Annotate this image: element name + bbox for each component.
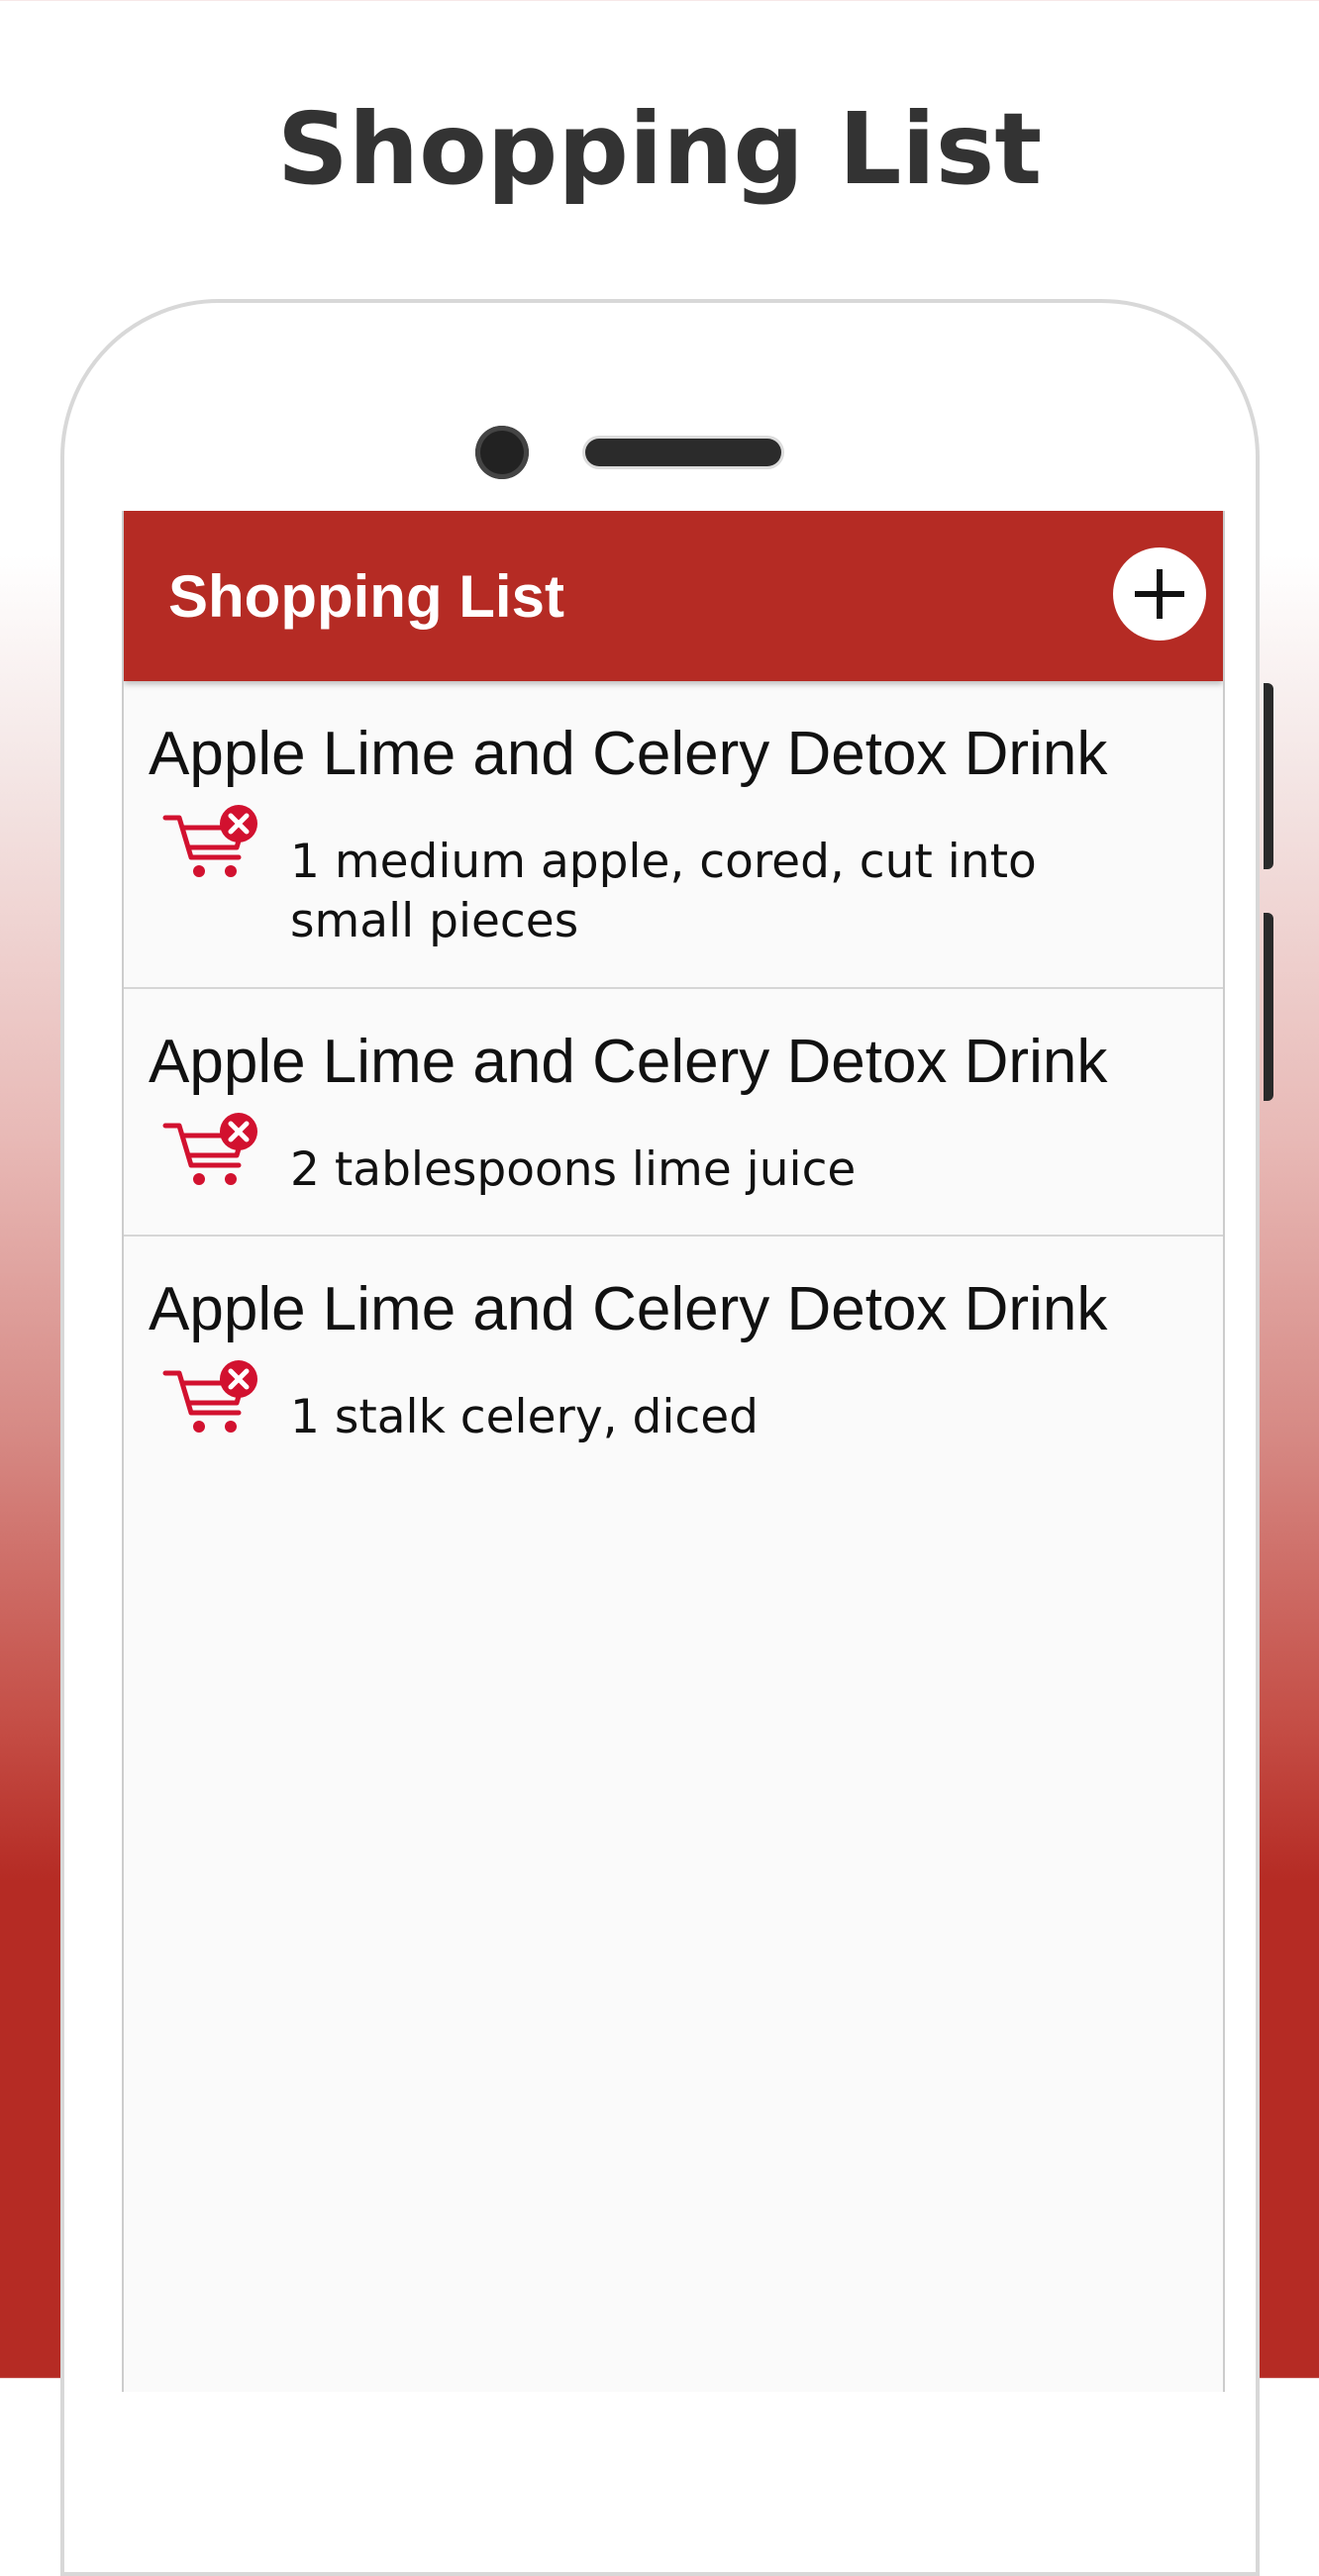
app-bar-title: Shopping List — [168, 563, 564, 630]
list-item[interactable]: Apple Lime and Celery Detox Drink 1 stal… — [124, 1237, 1223, 1484]
list-item[interactable]: Apple Lime and Celery Detox Drink 1 medi… — [124, 681, 1223, 989]
cart-remove-icon[interactable] — [161, 804, 260, 883]
front-camera — [475, 426, 529, 479]
ingredient-text: 1 medium apple, cored, cut into small pi… — [290, 835, 1037, 948]
recipe-title: Apple Lime and Celery Detox Drink — [149, 1275, 1108, 1343]
phone-side-button — [1264, 683, 1273, 869]
add-item-button[interactable] — [1113, 547, 1206, 641]
phone-side-button — [1264, 913, 1273, 1101]
promo-title: Shopping List — [276, 91, 1043, 207]
shopping-list: Apple Lime and Celery Detox Drink 1 medi… — [124, 681, 1223, 1484]
recipe-title: Apple Lime and Celery Detox Drink — [149, 1028, 1108, 1096]
cart-remove-icon[interactable] — [161, 1112, 260, 1191]
ingredient-text: 1 stalk celery, diced — [290, 1390, 760, 1444]
ingredient-text: 2 tablespoons lime juice — [290, 1142, 857, 1197]
app-screen: Shopping List Apple Lime and Celery Deto… — [122, 511, 1225, 2392]
recipe-title: Apple Lime and Celery Detox Drink — [149, 720, 1108, 788]
earpiece-speaker — [585, 439, 781, 466]
app-bar: Shopping List — [124, 511, 1223, 681]
cart-remove-icon[interactable] — [161, 1359, 260, 1438]
plus-icon — [1135, 569, 1184, 619]
list-item[interactable]: Apple Lime and Celery Detox Drink 2 tabl… — [124, 989, 1223, 1237]
